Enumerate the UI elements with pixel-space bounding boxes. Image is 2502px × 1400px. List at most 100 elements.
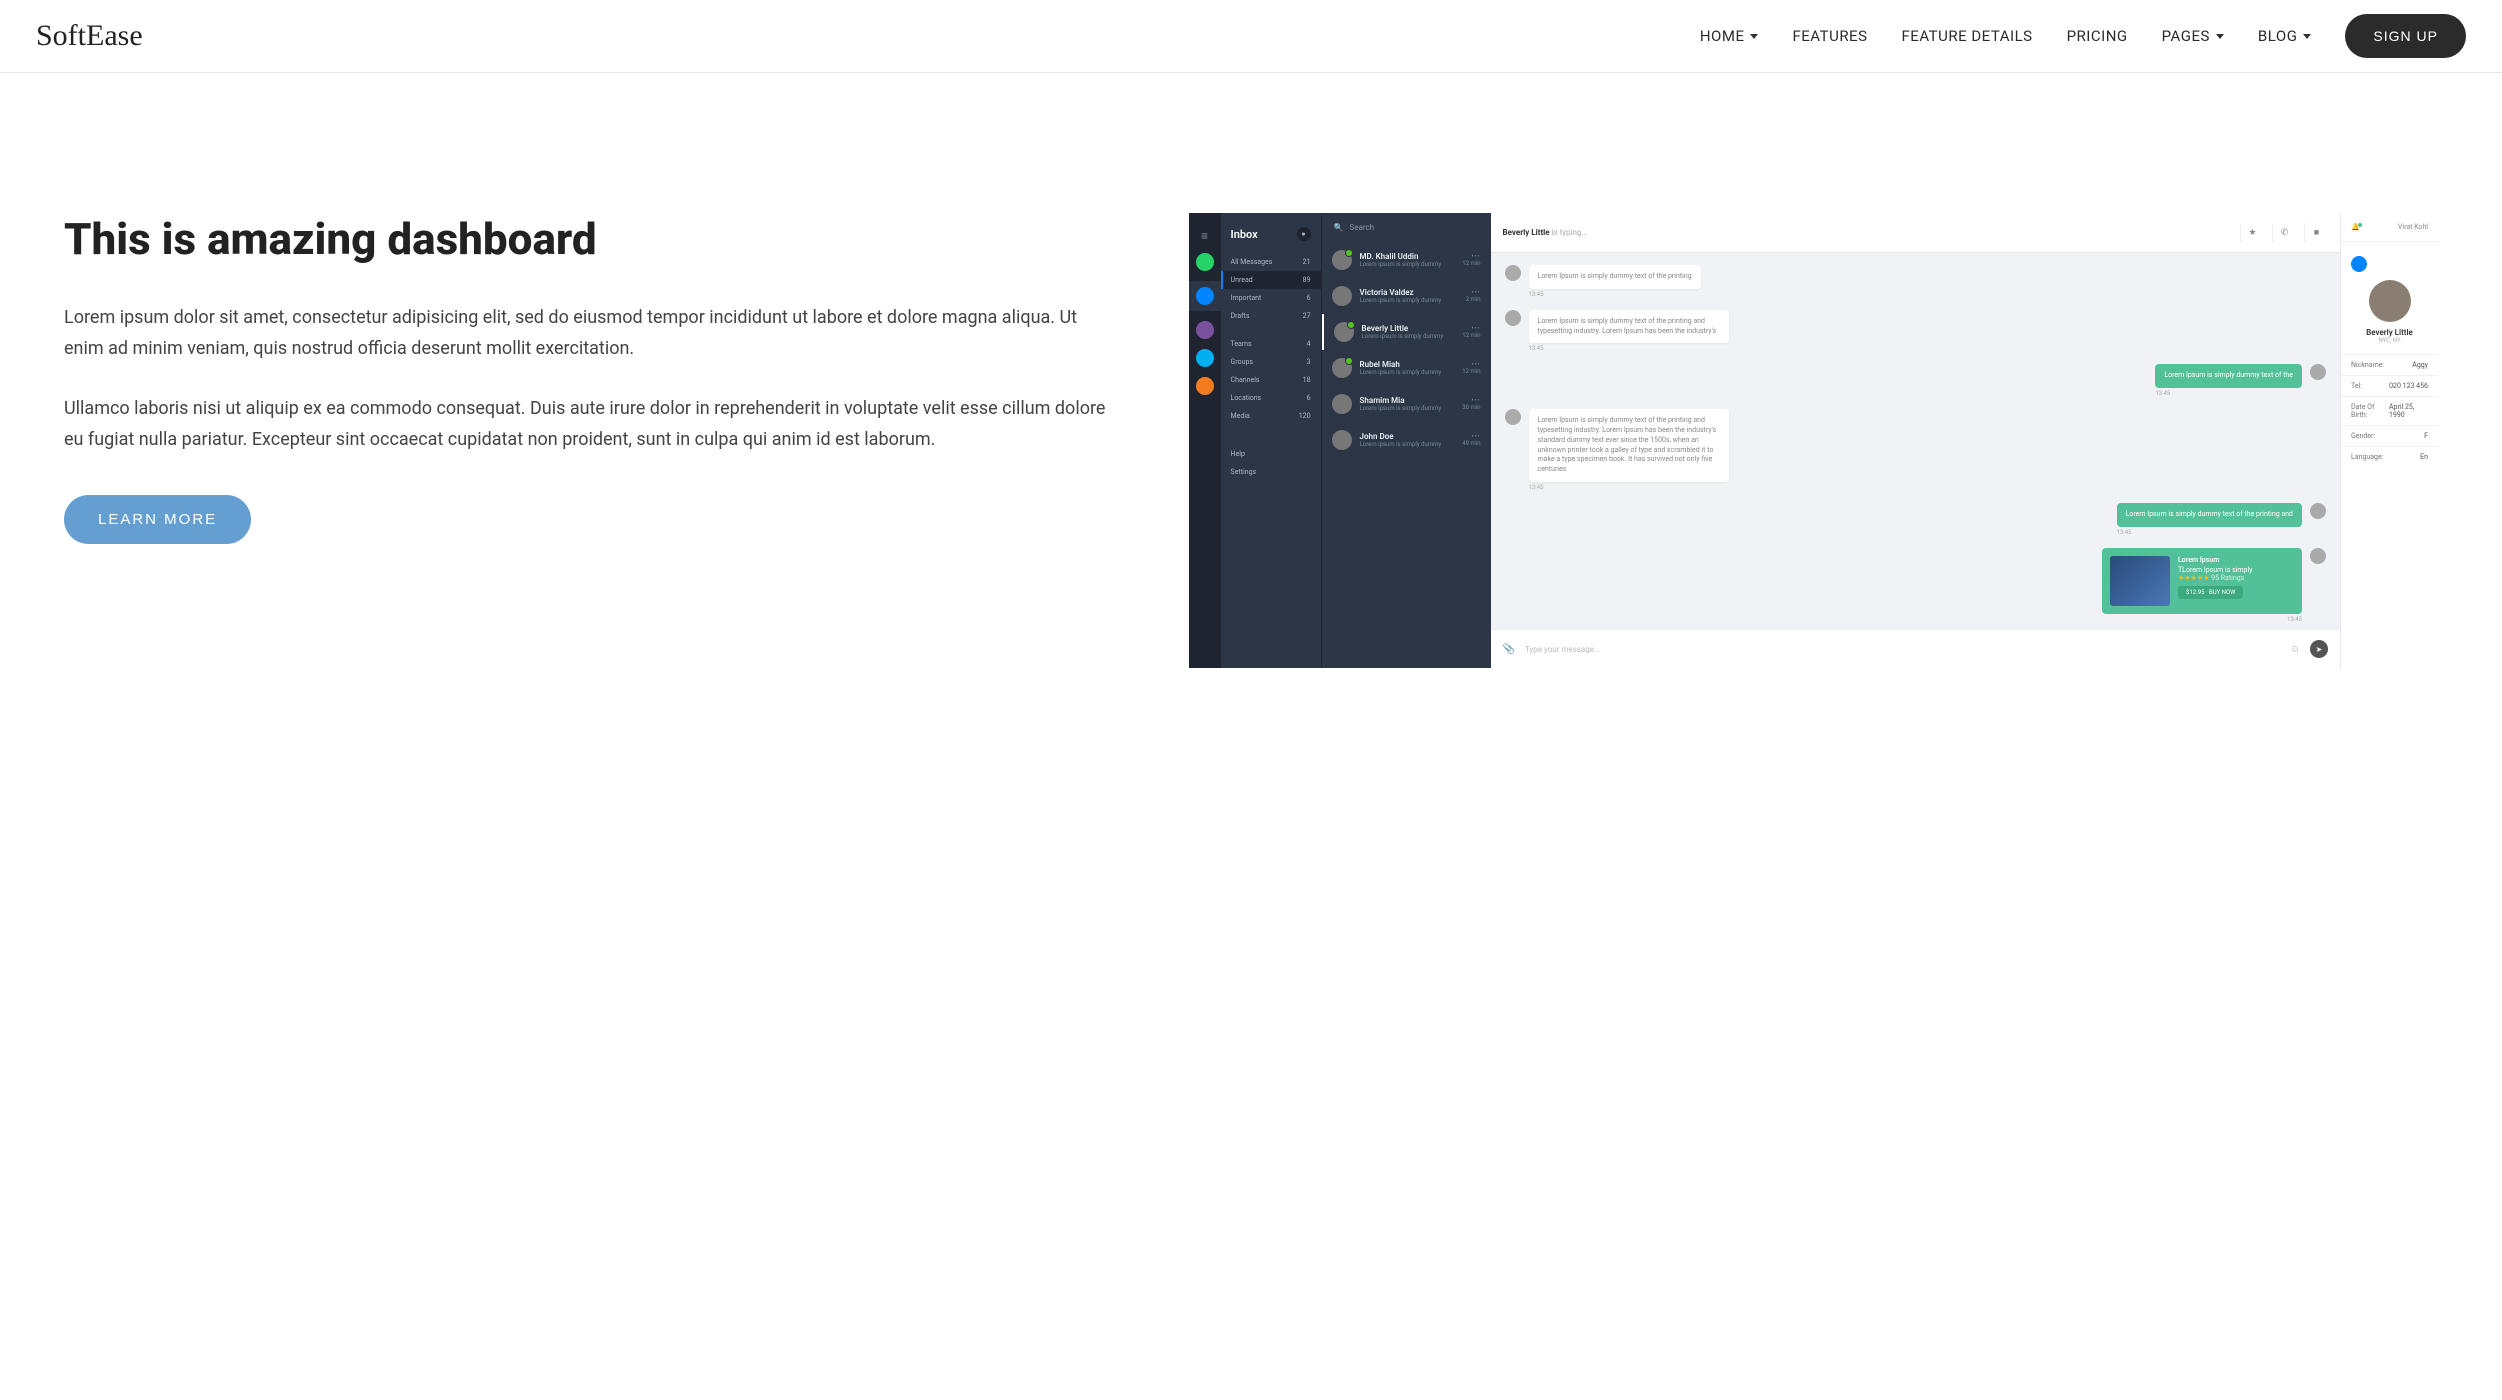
field-value: 020 123 456 bbox=[2389, 382, 2428, 390]
avatar bbox=[1334, 322, 1354, 342]
avatar bbox=[1332, 430, 1352, 450]
contact-preview: Lorem ipsum is simply dummy bbox=[1360, 297, 1442, 304]
card-sub: TLorem Ipsum is simply bbox=[2178, 566, 2252, 574]
avatar bbox=[1332, 358, 1352, 378]
group-channels[interactable]: Channels18 bbox=[1221, 371, 1321, 389]
message-row: Lorem Ipsum is simply dummy text of the 1… bbox=[1505, 364, 2326, 397]
profile-field: Nickname:Aggy bbox=[2341, 354, 2438, 375]
avatar bbox=[1332, 286, 1352, 306]
profile-avatar bbox=[2369, 280, 2411, 322]
chat-pane: Beverly Little is typing... ★ ✆ ■ Lorem … bbox=[1491, 213, 2340, 668]
time-label: 12 min bbox=[1462, 368, 1480, 375]
folder-important[interactable]: Important6 bbox=[1221, 289, 1321, 307]
dashboard-preview: ≡ Inbox ● All Messages21 Unread89 Import… bbox=[1189, 213, 2438, 668]
chat-input-bar: 📎 Type your message... ☺ ➤ bbox=[1491, 630, 2340, 668]
emoji-icon[interactable]: ☺ bbox=[2290, 644, 2300, 655]
chat-header: Beverly Little is typing... ★ ✆ ■ bbox=[1491, 213, 2340, 253]
sidebar-settings[interactable]: Settings bbox=[1221, 463, 1321, 481]
field-label: Tel: bbox=[2351, 382, 2362, 390]
inbox-row[interactable]: John Doe Lorem ipsum is simply dummy •••… bbox=[1322, 422, 1491, 458]
signup-button[interactable]: SIGN UP bbox=[2345, 14, 2466, 58]
video-icon[interactable]: ■ bbox=[2304, 223, 2328, 242]
time-label: 12 min bbox=[1462, 260, 1480, 267]
nav-feature-details[interactable]: FEATURE DETAILS bbox=[1902, 27, 2033, 45]
inbox-row[interactable]: Victoria Valdez Lorem ipsum is simply du… bbox=[1322, 278, 1491, 314]
sidebar-help[interactable]: Help bbox=[1221, 445, 1321, 463]
attachment-icon[interactable]: 📎 bbox=[1503, 644, 1515, 655]
star-rating-icon: ★★★★★ bbox=[2178, 574, 2209, 582]
message-row: Lorem Ipsum TLorem Ipsum is simply ★★★★★… bbox=[1505, 548, 2326, 623]
avatar bbox=[2310, 503, 2326, 519]
field-value: F bbox=[2424, 432, 2428, 440]
group-groups[interactable]: Groups3 bbox=[1221, 353, 1321, 371]
nav-pricing[interactable]: PRICING bbox=[2067, 27, 2128, 45]
hero-paragraph-1: Lorem ipsum dolor sit amet, consectetur … bbox=[64, 303, 1109, 364]
menu-icon[interactable]: ≡ bbox=[1201, 229, 1208, 243]
hero-paragraph-2: Ullamco laboris nisi ut aliquip ex ea co… bbox=[64, 394, 1109, 455]
contact-preview: Lorem ipsum is simply dummy bbox=[1360, 369, 1442, 376]
field-label: Language: bbox=[2351, 453, 2383, 461]
timestamp: 13:45 bbox=[2102, 616, 2302, 623]
timestamp: 13:45 bbox=[2155, 390, 2302, 397]
time-label: 30 min bbox=[1462, 404, 1480, 411]
message-bubble: Lorem Ipsum is simply dummy text of the bbox=[2155, 364, 2302, 388]
contact-preview: Lorem ipsum is simply dummy bbox=[1360, 441, 1442, 448]
folder-drafts[interactable]: Drafts27 bbox=[1221, 307, 1321, 325]
card-title: Lorem Ipsum bbox=[2178, 556, 2252, 564]
inbox-list: 🔍 Search MD. Khalil Uddin Lorem ipsum is… bbox=[1321, 213, 1491, 668]
field-label: Nickname: bbox=[2351, 361, 2384, 369]
search-input[interactable]: 🔍 Search bbox=[1322, 213, 1491, 242]
nav-home[interactable]: HOME bbox=[1700, 27, 1759, 45]
field-label: Date Of Birth: bbox=[2351, 403, 2389, 419]
nav-features[interactable]: FEATURES bbox=[1792, 27, 1867, 45]
rating-count: 95 Ratings bbox=[2211, 574, 2244, 582]
nav-blog[interactable]: BLOG bbox=[2258, 27, 2312, 45]
folder-unread[interactable]: Unread89 bbox=[1221, 271, 1321, 289]
messenger-badge-icon bbox=[2351, 256, 2367, 272]
brand-logo[interactable]: SoftEase bbox=[36, 19, 143, 53]
message-row: Lorem Ipsum is simply dummy text of the … bbox=[1505, 310, 2326, 353]
contact-preview: Lorem ipsum is simply dummy bbox=[1360, 261, 1442, 268]
avatar-mini-icon[interactable]: ● bbox=[1297, 227, 1311, 241]
bell-icon[interactable]: 🔔 bbox=[2351, 223, 2360, 231]
group-teams[interactable]: Teams4 bbox=[1221, 335, 1321, 353]
message-row: Lorem Ipsum is simply dummy text of the … bbox=[1505, 503, 2326, 536]
product-image bbox=[2110, 556, 2170, 606]
whatsapp-icon[interactable] bbox=[1196, 253, 1214, 271]
nav-pages[interactable]: PAGES bbox=[2162, 27, 2224, 45]
message-row: Lorem Ipsum is simply dummy text of the … bbox=[1505, 409, 2326, 491]
contact-name: John Doe bbox=[1360, 432, 1442, 441]
profile-field: Language:En bbox=[2341, 446, 2438, 467]
message-input[interactable]: Type your message... bbox=[1525, 645, 2280, 654]
timestamp: 13:45 bbox=[1529, 291, 1701, 298]
viber-icon[interactable] bbox=[1196, 321, 1214, 339]
learn-more-button[interactable]: LEARN MORE bbox=[64, 495, 251, 544]
group-media[interactable]: Media120 bbox=[1221, 407, 1321, 425]
profile-location: NYC, NY bbox=[2378, 337, 2400, 344]
app-rail: ≡ bbox=[1189, 213, 1221, 668]
app-n-icon[interactable] bbox=[1196, 377, 1214, 395]
avatar bbox=[1332, 394, 1352, 414]
inbox-row[interactable]: Rubel Miah Lorem ipsum is simply dummy •… bbox=[1322, 350, 1491, 386]
search-icon: 🔍 bbox=[1334, 223, 1344, 232]
time-label: 12 min bbox=[1462, 332, 1480, 339]
hero-title: This is amazing dashboard bbox=[64, 213, 1109, 265]
caret-icon bbox=[2216, 34, 2224, 39]
inbox-row[interactable]: MD. Khalil Uddin Lorem ipsum is simply d… bbox=[1322, 242, 1491, 278]
group-locations[interactable]: Locations6 bbox=[1221, 389, 1321, 407]
inbox-row[interactable]: Beverly Little Lorem ipsum is simply dum… bbox=[1322, 314, 1491, 350]
field-value: April 25, 1990 bbox=[2389, 403, 2428, 419]
contact-name: Beverly Little bbox=[1362, 324, 1444, 333]
folder-all[interactable]: All Messages21 bbox=[1221, 253, 1321, 271]
phone-icon[interactable]: ✆ bbox=[2272, 224, 2296, 242]
buy-button[interactable]: $12.95 · BUY NOW bbox=[2178, 586, 2243, 599]
messenger-icon[interactable] bbox=[1196, 287, 1214, 305]
profile-pane: 🔔 Virat Kohl Beverly Little NYC, NY Nick… bbox=[2340, 213, 2438, 668]
timestamp: 13:45 bbox=[1529, 345, 1729, 352]
inbox-row[interactable]: Shamim Mia Lorem ipsum is simply dummy •… bbox=[1322, 386, 1491, 422]
avatar bbox=[2310, 548, 2326, 564]
profile-top-name: Virat Kohl bbox=[2398, 223, 2428, 231]
star-icon[interactable]: ★ bbox=[2240, 224, 2264, 242]
skype-icon[interactable] bbox=[1196, 349, 1214, 367]
send-button[interactable]: ➤ bbox=[2310, 640, 2328, 658]
